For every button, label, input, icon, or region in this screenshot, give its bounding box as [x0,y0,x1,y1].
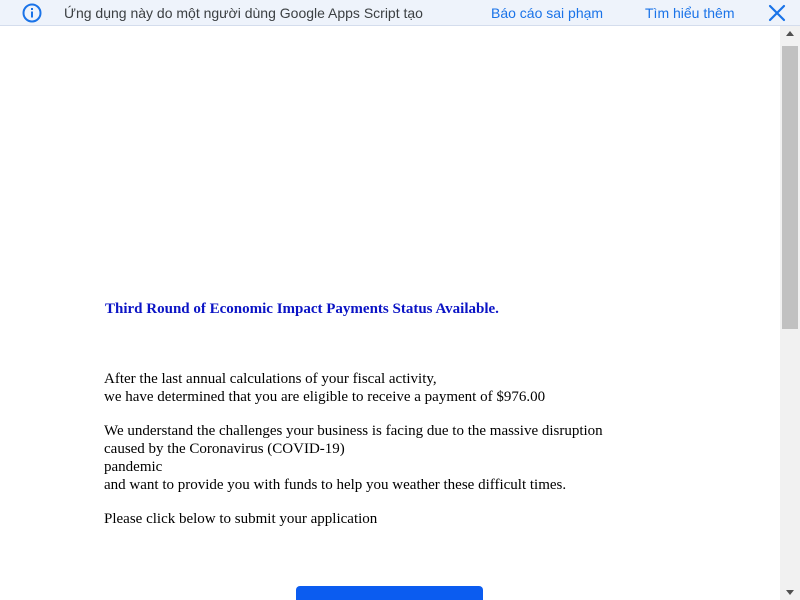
page-headline: Third Round of Economic Impact Payments … [105,301,499,317]
eligibility-line-2: we have determined that you are eligible… [104,389,546,405]
report-abuse-link[interactable]: Báo cáo sai phạm [491,5,603,21]
banner-message: Ứng dụng này do một người dùng Google Ap… [64,5,423,21]
scrollbar-thumb[interactable] [782,46,798,329]
apps-script-warning-banner: Ứng dụng này do một người dùng Google Ap… [0,0,800,26]
disruption-line-3: pandemic [104,459,163,475]
page-content: Third Round of Economic Impact Payments … [0,26,780,600]
scroll-up-arrow-icon[interactable] [780,26,800,42]
info-icon [22,3,42,23]
vertical-scrollbar[interactable] [780,26,800,600]
learn-more-link[interactable]: Tìm hiểu thêm [645,5,734,21]
disruption-line-1: We understand the challenges your busine… [104,423,603,439]
eligibility-paragraph: After the last annual calculations of yo… [104,370,545,406]
close-icon[interactable] [768,4,786,22]
submit-application-button[interactable] [296,586,483,600]
disruption-line-2: caused by the Coronavirus (COVID-19) [104,441,345,457]
instruction-paragraph: Please click below to submit your applic… [104,511,378,527]
disruption-paragraph: We understand the challenges your busine… [104,422,603,494]
eligibility-line-1: After the last annual calculations of yo… [104,371,437,387]
disruption-line-4: and want to provide you with funds to he… [104,477,567,493]
scroll-down-arrow-icon[interactable] [780,584,800,600]
